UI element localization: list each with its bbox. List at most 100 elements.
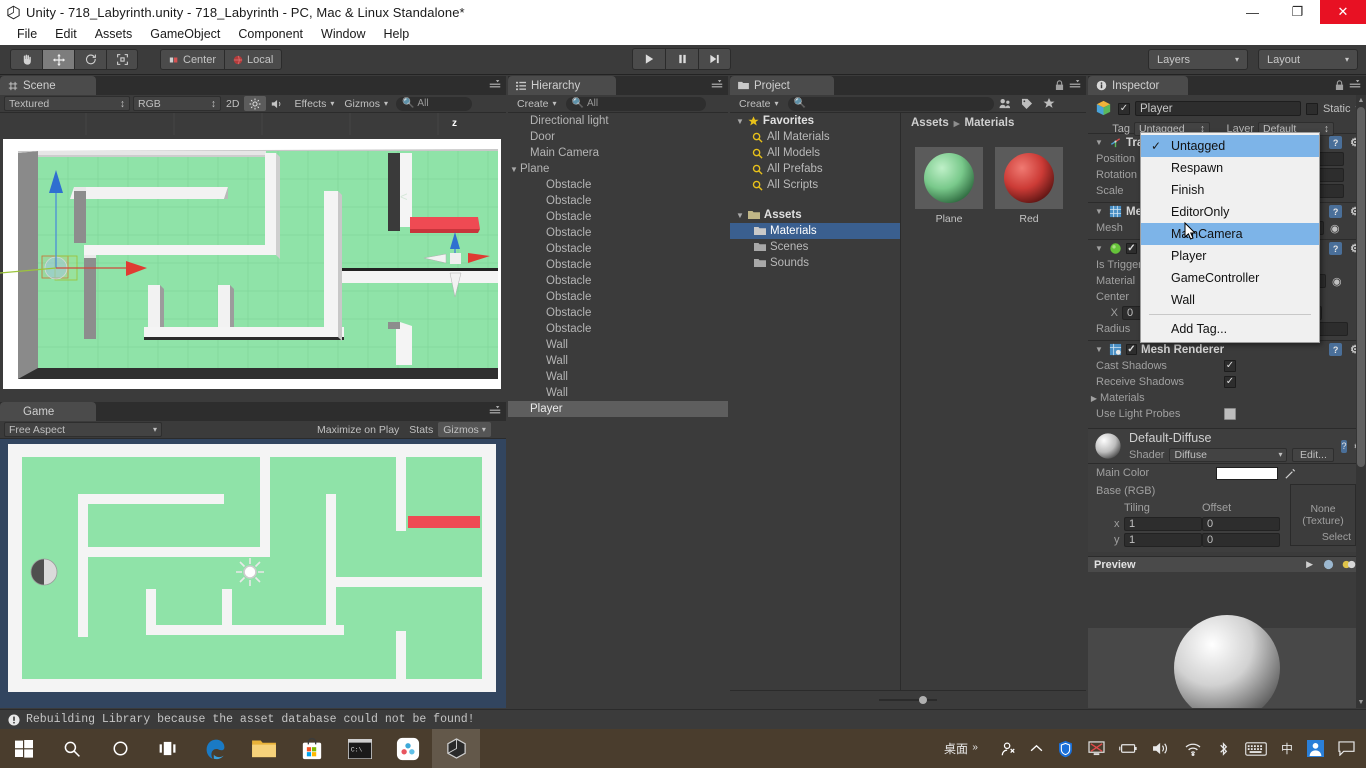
project-tree[interactable]: ▼ Favorites All Materials All Models All… (730, 113, 900, 690)
tag-option-editoronly[interactable]: EditorOnly (1141, 201, 1319, 223)
tag-option-gamecontroller[interactable]: GameController (1141, 267, 1319, 289)
close-button[interactable]: ✕ (1320, 0, 1366, 24)
hierarchy-item-wall[interactable]: Wall (508, 385, 728, 401)
menu-window[interactable]: Window (312, 24, 374, 45)
pause-button[interactable] (665, 48, 698, 70)
collider-enabled-checkbox[interactable]: ✓ (1126, 243, 1137, 254)
project-filter-label-icon[interactable] (1016, 96, 1038, 111)
rotate-tool-icon[interactable] (74, 49, 106, 70)
hierarchy-item-directional-light[interactable]: Directional light (508, 113, 728, 129)
receive-shadows-row[interactable]: Receive Shadows ✓ (1088, 374, 1366, 390)
object-picker-icon[interactable]: ◉ (1326, 275, 1342, 288)
expand-arrow[interactable]: ▼ (508, 165, 520, 174)
static-checkbox[interactable] (1305, 102, 1318, 115)
hierarchy-item-player[interactable]: Player (508, 401, 728, 417)
help-icon[interactable]: ? (1329, 205, 1343, 218)
use-light-probes-checkbox[interactable] (1224, 408, 1236, 420)
pivot-mode-button[interactable]: Center (160, 49, 225, 70)
project-filter-favorite-icon[interactable] (1038, 96, 1060, 111)
scroll-down-arrow-icon[interactable]: ▼ (1357, 699, 1365, 706)
lock-icon[interactable] (1335, 80, 1344, 91)
help-icon[interactable]: ? (1329, 242, 1343, 255)
step-button[interactable] (698, 48, 731, 70)
hand-tool-icon[interactable] (10, 49, 42, 70)
help-icon[interactable]: ? (1329, 136, 1343, 149)
project-create-dropdown[interactable]: Create ▾ (734, 96, 784, 111)
game-gizmos-dropdown[interactable]: Gizmos ▾ (438, 422, 491, 437)
maximize-button[interactable]: ❐ (1275, 0, 1320, 24)
project-tree-favorites[interactable]: ▼ Favorites (730, 113, 900, 129)
expand-arrow[interactable]: ▼ (736, 117, 744, 126)
menu-help[interactable]: Help (374, 24, 418, 45)
menu-assets[interactable]: Assets (86, 24, 142, 45)
people-icon[interactable] (974, 729, 1023, 768)
project-tree-sounds[interactable]: Sounds (730, 255, 900, 271)
hierarchy-item-obstacle[interactable]: Obstacle (508, 177, 728, 193)
tag-option-untagged[interactable]: Untagged (1141, 135, 1319, 157)
menu-file[interactable]: File (8, 24, 46, 45)
breadcrumb-assets[interactable]: Assets (911, 117, 949, 129)
preview-play-icon[interactable]: ▶ (1300, 559, 1319, 570)
action-center-icon[interactable] (1331, 729, 1362, 768)
shield-icon[interactable] (1050, 729, 1081, 768)
expand-arrow[interactable]: ▼ (736, 211, 744, 220)
game-viewport[interactable] (0, 439, 506, 708)
scene-audio-toggle[interactable] (266, 96, 289, 111)
keyboard-icon[interactable] (1238, 729, 1274, 768)
use-light-probes-row[interactable]: Use Light Probes (1088, 406, 1366, 422)
project-content-browser[interactable]: Assets ▸ Materials Plane Red (900, 113, 1086, 690)
tab-scene[interactable]: Scene (0, 76, 96, 95)
move-tool-icon[interactable] (42, 49, 74, 70)
hierarchy-item-obstacle[interactable]: Obstacle (508, 225, 728, 241)
tag-option-player[interactable]: Player (1141, 245, 1319, 267)
game-options-icon[interactable] (488, 406, 502, 415)
tag-option-finish[interactable]: Finish (1141, 179, 1319, 201)
receive-shadows-checkbox[interactable]: ✓ (1224, 376, 1236, 388)
show-hidden-icons-button[interactable] (1023, 729, 1050, 768)
project-search-input[interactable]: 🔍 (787, 96, 994, 111)
tag-option-wall[interactable]: Wall (1141, 289, 1319, 311)
desktop-label[interactable]: 桌面 » (938, 740, 978, 757)
hierarchy-item-obstacle[interactable]: Obstacle (508, 321, 728, 337)
cloud-app-button[interactable] (384, 729, 432, 768)
hierarchy-item-plane[interactable]: ▼ Plane (508, 161, 728, 177)
cast-shadows-row[interactable]: Cast Shadows ✓ (1088, 358, 1366, 374)
tag-option-maincamera[interactable]: MainCamera (1141, 223, 1319, 245)
hierarchy-list[interactable]: Directional light Door Main Camera ▼ Pla… (508, 113, 728, 708)
main-color-row[interactable]: Main Color (1088, 464, 1366, 482)
offset-y-input[interactable]: 0 (1202, 533, 1280, 547)
main-color-swatch[interactable] (1216, 466, 1278, 480)
renderer-enabled-checkbox[interactable]: ✓ (1126, 344, 1137, 355)
project-tree-all-materials[interactable]: All Materials (730, 129, 900, 145)
foldout-arrow[interactable]: ▼ (1093, 244, 1105, 253)
scrollbar-thumb[interactable] (1357, 107, 1365, 467)
foldout-arrow[interactable]: ▼ (1093, 207, 1105, 216)
hierarchy-search-input[interactable]: 🔍 All (565, 96, 706, 111)
hierarchy-item-wall[interactable]: Wall (508, 353, 728, 369)
hierarchy-options-icon[interactable] (710, 80, 724, 89)
hierarchy-item-main-camera[interactable]: Main Camera (508, 145, 728, 161)
scene-options-icon[interactable] (488, 80, 502, 89)
tag-option-respawn[interactable]: Respawn (1141, 157, 1319, 179)
ime-indicator[interactable]: 中 (1274, 729, 1300, 768)
hierarchy-item-wall[interactable]: Wall (508, 369, 728, 385)
cortana-button[interactable] (96, 729, 144, 768)
inspector-scrollbar[interactable]: ▲ ▼ (1356, 95, 1366, 708)
tab-project[interactable]: Project (730, 76, 834, 95)
status-bar[interactable]: Rebuilding Library because the asset dat… (0, 709, 1366, 729)
project-filter-type-icon[interactable] (994, 96, 1016, 111)
cast-shadows-checkbox[interactable]: ✓ (1224, 360, 1236, 372)
project-tree-all-prefabs[interactable]: All Prefabs (730, 161, 900, 177)
project-options-icon[interactable] (1068, 80, 1082, 89)
volume-icon[interactable] (1145, 729, 1177, 768)
tiling-y-input[interactable]: 1 (1124, 533, 1202, 547)
project-tree-all-models[interactable]: All Models (730, 145, 900, 161)
hierarchy-item-obstacle[interactable]: Obstacle (508, 289, 728, 305)
breadcrumb-materials[interactable]: Materials (965, 117, 1015, 129)
project-zoom-slider[interactable] (730, 690, 1086, 708)
project-tree-all-scripts[interactable]: All Scripts (730, 177, 900, 193)
tab-game[interactable]: Game (0, 402, 96, 421)
hierarchy-item-obstacle[interactable]: Obstacle (508, 273, 728, 289)
game-aspect-dropdown[interactable]: Free Aspect ▾ (4, 422, 162, 437)
game-stats-toggle[interactable]: Stats (404, 422, 438, 437)
